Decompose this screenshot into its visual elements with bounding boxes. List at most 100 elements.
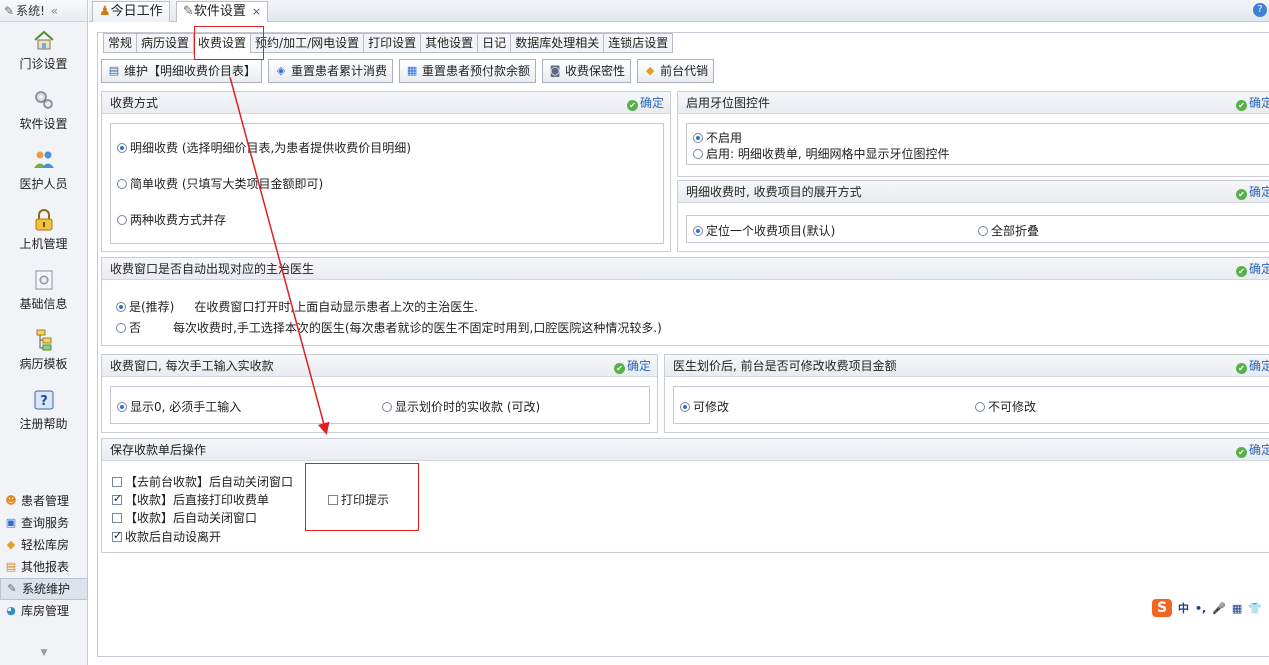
reset-accumulated-button[interactable]: ◈ 重置患者累计消费 — [268, 59, 394, 83]
subtab-diary[interactable]: 日记 — [477, 33, 511, 53]
chevron-down-icon[interactable]: ▼ — [0, 648, 88, 658]
collapse-icon[interactable]: « — [51, 4, 58, 18]
option-show-zero[interactable]: 显示0, 必须手工输入 — [117, 398, 241, 415]
skin-icon[interactable]: 👕 — [1248, 602, 1262, 615]
sidebar-item-base-info[interactable]: 基础信息 — [0, 262, 87, 322]
lock-icon — [32, 208, 56, 232]
option-detailed-charge[interactable]: 明细收费 (选择明细价目表,为患者提供收费价目明细) — [117, 139, 411, 156]
chinese-mode-icon[interactable]: 中 — [1178, 600, 1189, 616]
option-modifiable[interactable]: 可修改 — [680, 398, 729, 415]
option-auto-doctor-no[interactable]: 否 每次收费时,手工选择本次的医生(每次患者就诊的医生不固定时用到,口腔医院这种情… — [116, 319, 662, 336]
check-close-after-front[interactable]: 【去前台收款】后自动关闭窗口 — [112, 473, 293, 490]
reset-prepaid-button[interactable]: ▦ 重置患者预付款余额 — [399, 59, 537, 83]
subtab-other[interactable]: 其他设置 — [420, 33, 478, 53]
group-header: 收费窗口, 每次手工输入实收款 ✔ 确定 — [102, 355, 657, 377]
punctuation-icon[interactable]: •, — [1195, 602, 1206, 615]
reset-icon: ▦ — [406, 64, 418, 77]
confirm-button[interactable]: ✔ 确定 — [1235, 355, 1269, 377]
group-title: 收费方式 — [110, 96, 159, 110]
sidebar-item-storage[interactable]: ◕ 库房管理 — [0, 600, 88, 622]
sidebar-item-patients[interactable]: ☻ 患者管理 — [0, 490, 88, 512]
tree-icon — [32, 328, 56, 352]
check-print-after-collect[interactable]: 【收款】后直接打印收费单 — [112, 491, 269, 508]
confirm-button[interactable]: ✔ 确定 — [1235, 439, 1269, 461]
close-icon[interactable]: × — [252, 5, 261, 18]
subtab-print[interactable]: 打印设置 — [363, 33, 421, 53]
confirm-button[interactable]: ✔ 确定 — [1235, 92, 1269, 114]
warehouse-icon: ◆ — [6, 538, 16, 551]
sidebar-item-label: 医护人员 — [19, 177, 68, 191]
charge-method-options: 明细收费 (选择明细价目表,为患者提供收费价目明细) 简单收费 (只填写大类项目… — [110, 123, 664, 244]
sogou-logo-icon[interactable]: S — [1152, 599, 1172, 617]
option-not-modifiable[interactable]: 不可修改 — [975, 398, 1036, 415]
option-auto-doctor-yes[interactable]: 是(推荐) 在收费窗口打开时,上面自动显示患者上次的主治医生. — [116, 298, 478, 315]
option-tooth-disabled[interactable]: 不启用 — [693, 129, 742, 146]
subtab-chain-store[interactable]: 连锁店设置 — [603, 33, 674, 53]
sidebar-item-staff[interactable]: 医护人员 — [0, 142, 87, 202]
option-locate-one[interactable]: 定位一个收费项目(默认) — [693, 222, 835, 239]
group-title: 明细收费时, 收费项目的展开方式 — [686, 185, 862, 199]
option-both-charge[interactable]: 两种收费方式并存 — [117, 211, 226, 228]
wrench-icon: ✎ — [4, 4, 15, 18]
gears-icon — [32, 88, 56, 112]
eraser-icon: ◈ — [276, 64, 286, 77]
option-label: 启用: 明细收费单, 明细网格中显示牙位图控件 — [706, 147, 950, 161]
button-label: 重置患者累计消费 — [291, 64, 388, 78]
radio — [978, 226, 988, 236]
sidebar-item-query[interactable]: ▣ 查询服务 — [0, 512, 88, 534]
option-desc: 在收费窗口打开时,上面自动显示患者上次的主治医生. — [194, 300, 479, 314]
microphone-icon[interactable]: 🎤 — [1212, 602, 1226, 615]
ime-toolbar[interactable]: S 中 •, 🎤 ▦ 👕 — [1152, 598, 1262, 618]
check-close-after-collect[interactable]: 【收款】后自动关闭窗口 — [112, 509, 257, 526]
sidebar-item-record-template[interactable]: 病历模板 — [0, 322, 87, 382]
front-consignment-button[interactable]: ◆ 前台代销 — [637, 59, 715, 83]
option-desc: 每次收费时,手工选择本次的医生(每次患者就诊的医生不固定时用到,口腔医院这种情况… — [173, 321, 662, 335]
check-print-prompt[interactable]: 打印提示 — [328, 491, 389, 508]
option-label: 否 — [129, 321, 142, 335]
sidebar-title: 系统! — [16, 4, 45, 18]
check-icon: ✔ — [1235, 447, 1247, 458]
checkbox — [112, 477, 122, 487]
subtab-general[interactable]: 常规 — [103, 33, 137, 53]
sidebar-item-register-help[interactable]: ? 注册帮助 — [0, 382, 87, 442]
sidebar-item-system-maintenance[interactable]: ✎ 系统维护 — [0, 578, 88, 600]
confirm-button[interactable]: ✔ 确定 — [1235, 181, 1269, 203]
sidebar-item-clinic-settings[interactable]: 门诊设置 — [0, 22, 87, 82]
sidebar: ✎ 系统! « 门诊设置 软件设置 医护人员 上机管理 基础信息 病历模板 ? … — [0, 0, 88, 665]
check-auto-leave[interactable]: 收款后自动设离开 — [112, 528, 221, 545]
option-label: 不启用 — [706, 131, 743, 145]
sidebar-header[interactable]: ✎ 系统! « — [0, 0, 87, 22]
report-icon: ▤ — [5, 560, 17, 573]
charge-privacy-button[interactable]: ◙ 收费保密性 — [542, 59, 632, 83]
tab-today-work[interactable]: ♟今日工作 — [92, 1, 170, 22]
confirm-label: 确定 — [1248, 96, 1269, 110]
confirm-button[interactable]: ✔ 确定 — [626, 92, 664, 114]
sidebar-item-other-reports[interactable]: ▤ 其他报表 — [0, 556, 88, 578]
confirm-button[interactable]: ✔ 确定 — [613, 355, 651, 377]
check-icon: ✔ — [1235, 363, 1247, 374]
sidebar-item-login-mgmt[interactable]: 上机管理 — [0, 202, 87, 262]
keyboard-icon[interactable]: ▦ — [1232, 602, 1242, 615]
help-icon[interactable]: ? — [1253, 3, 1267, 17]
subtab-database[interactable]: 数据库处理相关 — [510, 33, 604, 53]
option-collapse-all[interactable]: 全部折叠 — [978, 222, 1039, 239]
subtab-charge[interactable]: 收费设置 — [193, 33, 251, 55]
option-label: 是(推荐) — [129, 300, 175, 314]
maintain-price-list-button[interactable]: ▤ 维护【明细收费价目表】 — [101, 59, 263, 83]
person-icon: ♟ — [99, 4, 111, 19]
home-icon — [32, 28, 56, 52]
option-simple-charge[interactable]: 简单收费 (只填写大类项目金额即可) — [117, 175, 323, 192]
checkbox-label: 【去前台收款】后自动关闭窗口 — [125, 475, 294, 489]
consignment-icon: ◆ — [645, 64, 655, 77]
confirm-button[interactable]: ✔ 确定 — [1235, 258, 1269, 280]
checkbox — [328, 495, 338, 505]
subtab-appointment[interactable]: 预约/加工/网电设置 — [250, 33, 364, 53]
sidebar-item-software-settings[interactable]: 软件设置 — [0, 82, 87, 142]
confirm-label: 确定 — [1248, 262, 1269, 276]
sidebar-item-easy-warehouse[interactable]: ◆ 轻松库房 — [0, 534, 88, 556]
subtab-record[interactable]: 病历设置 — [136, 33, 194, 53]
option-show-priced[interactable]: 显示划价时的实收款 (可改) — [382, 398, 540, 415]
tab-software-settings[interactable]: ✎软件设置 × — [176, 1, 269, 22]
option-tooth-enabled[interactable]: 启用: 明细收费单, 明细网格中显示牙位图控件 — [693, 145, 950, 162]
group-title: 收费窗口是否自动出现对应的主治医生 — [110, 262, 315, 276]
